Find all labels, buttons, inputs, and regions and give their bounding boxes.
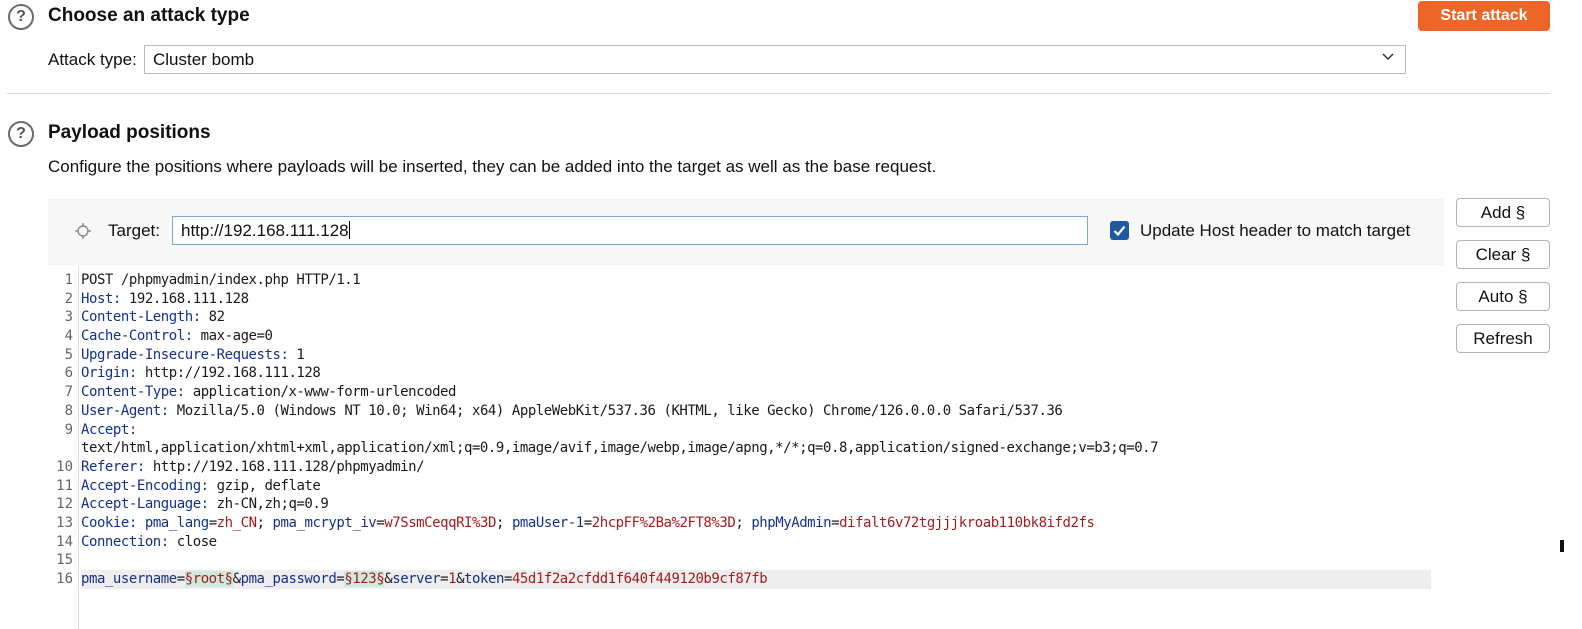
payload-marker[interactable]: §123§	[344, 571, 385, 587]
attack-type-value: Cluster bomb	[153, 50, 255, 69]
request-blank-line	[81, 551, 1441, 570]
request-header: Connection: close	[81, 533, 217, 550]
line-number: 1	[64, 272, 73, 288]
payload-positions-help-icon[interactable]: ?	[8, 121, 34, 147]
attack-type-select[interactable]: Cluster bomb	[144, 45, 1406, 74]
section-divider	[7, 93, 1550, 94]
text-caret	[348, 221, 350, 239]
line-number: 13	[56, 514, 73, 531]
request-header: Content-Type: application/x-www-form-url…	[81, 384, 457, 401]
add-marker-button[interactable]: Add §	[1456, 198, 1550, 227]
target-input[interactable]: http://192.168.111.128	[172, 216, 1088, 245]
line-number: 8	[64, 402, 73, 419]
line-number: 3	[64, 309, 73, 326]
payload-positions-title: Payload positions	[48, 122, 211, 143]
request-line: POST /phpmyadmin/index.php HTTP/1.1	[81, 272, 361, 288]
clear-marker-button[interactable]: Clear §	[1456, 240, 1550, 269]
line-number: 15	[56, 552, 73, 569]
payload-positions-description: Configure the positions where payloads w…	[48, 157, 937, 176]
line-number: 2	[64, 290, 73, 307]
request-header: Host: 192.168.111.128	[81, 290, 249, 307]
request-header: Upgrade-Insecure-Requests: 1	[81, 346, 305, 363]
crosshair-icon	[75, 223, 91, 239]
line-number: 14	[56, 533, 73, 550]
start-attack-button[interactable]: Start attack	[1418, 1, 1550, 31]
attack-type-label: Attack type:	[48, 50, 137, 69]
line-number: 10	[56, 458, 73, 475]
request-header: Accept-Encoding: gzip, deflate	[81, 477, 321, 494]
update-host-label[interactable]: Update Host header to match target	[1140, 221, 1410, 241]
line-number: 12	[56, 496, 73, 513]
request-header: Origin: http://192.168.111.128	[81, 365, 321, 382]
auto-marker-button[interactable]: Auto §	[1456, 282, 1550, 311]
target-value: http://192.168.111.128	[181, 221, 349, 240]
request-header: Cookie: pma_lang=zh_CN; pma_mcrypt_iv=w7…	[81, 514, 1095, 531]
target-label: Target:	[108, 221, 160, 240]
refresh-button[interactable]: Refresh	[1456, 324, 1550, 353]
request-header: Content-Length: 82	[81, 309, 225, 326]
line-number: 16	[56, 571, 73, 587]
line-number	[48, 439, 78, 458]
chevron-down-icon	[1382, 53, 1394, 61]
request-header: Referer: http://192.168.111.128/phpmyadm…	[81, 458, 425, 475]
request-header: Cache-Control: max-age=0	[81, 328, 273, 345]
line-number: 11	[56, 477, 73, 494]
gutter-separator	[78, 266, 79, 629]
attack-type-help-icon[interactable]: ?	[8, 4, 34, 30]
request-header: Accept:	[81, 421, 137, 438]
line-number: 5	[64, 346, 73, 363]
window-edge-marker	[1560, 540, 1564, 552]
update-host-checkbox[interactable]	[1110, 221, 1129, 240]
line-number: 4	[64, 328, 73, 345]
line-number: 9	[64, 421, 73, 438]
payload-marker[interactable]: §root§	[184, 571, 233, 587]
request-code: POST /phpmyadmin/index.php HTTP/1.1 Host…	[81, 271, 1441, 589]
request-body: pma_username=§root§&pma_password=§123§&s…	[81, 570, 1431, 589]
request-header: Accept-Language: zh-CN,zh;q=0.9	[81, 496, 329, 513]
line-number-gutter: 1 2 3 4 5 6 7 8 9 10 11 12 13 14 15 16	[48, 271, 78, 589]
attack-type-title: Choose an attack type	[48, 5, 250, 26]
line-number: 7	[64, 384, 73, 401]
request-header-wrapped: text/html,application/xhtml+xml,applicat…	[81, 440, 1159, 457]
line-number: 6	[64, 365, 73, 382]
request-header: User-Agent: Mozilla/5.0 (Windows NT 10.0…	[81, 402, 1063, 419]
checkmark-icon	[1113, 225, 1126, 237]
